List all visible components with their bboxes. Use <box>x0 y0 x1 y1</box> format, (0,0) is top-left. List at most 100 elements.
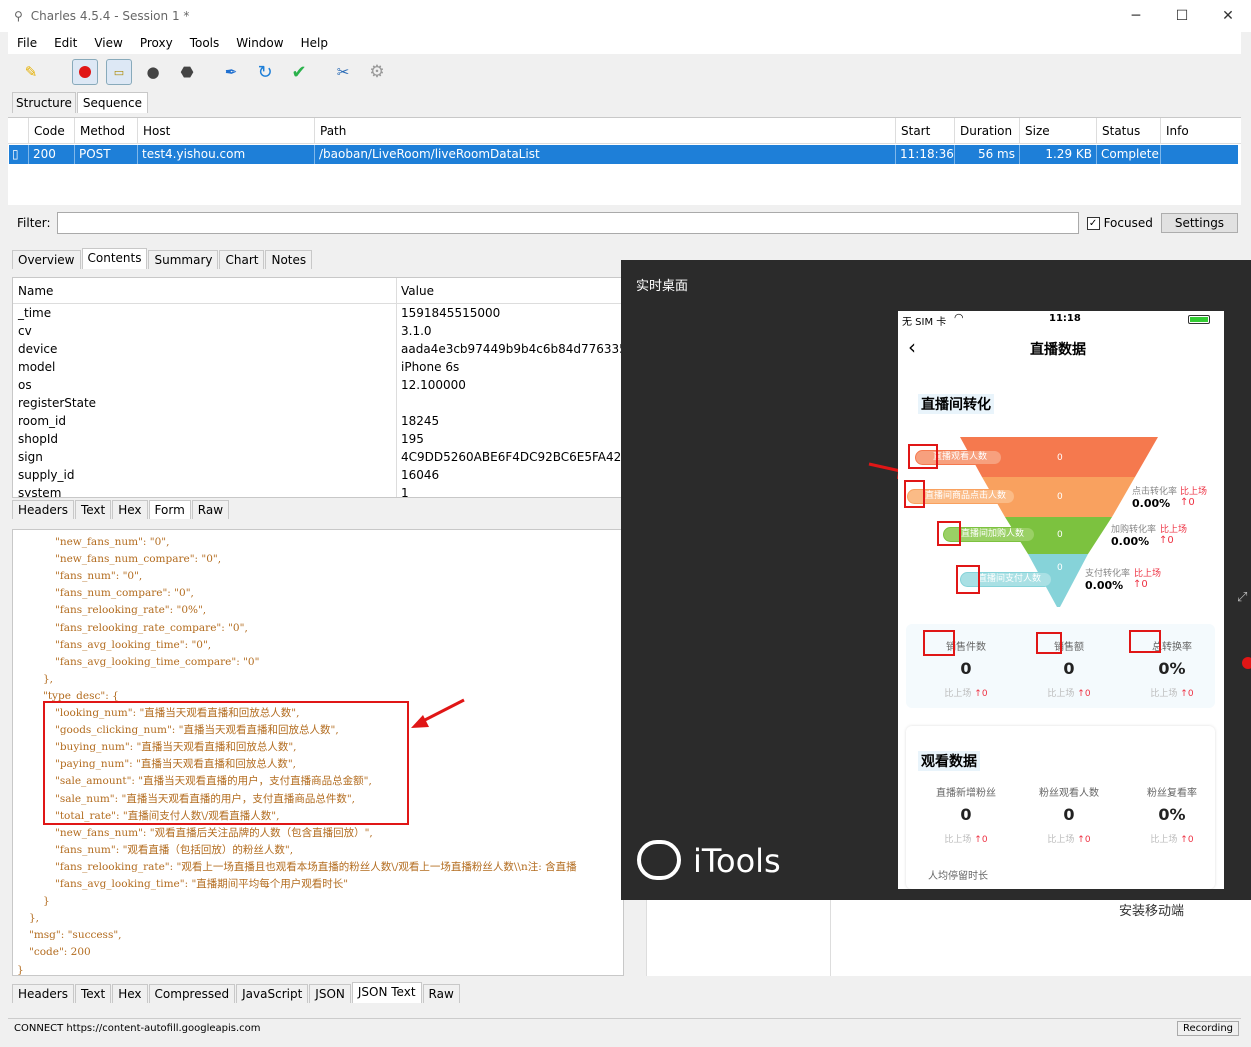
menu-window[interactable]: Window <box>227 36 291 50</box>
menu-file[interactable]: File <box>8 36 45 50</box>
stop-icon[interactable]: ⬣ <box>174 59 200 85</box>
menu-edit[interactable]: Edit <box>45 36 85 50</box>
form-row[interactable]: shopId 195 <box>13 430 623 448</box>
col-size[interactable]: Size <box>1020 117 1097 144</box>
highlight-box <box>43 701 409 825</box>
menu-proxy[interactable]: Proxy <box>131 36 181 50</box>
section-viewing-title: 观看数据 <box>918 751 980 771</box>
form-row[interactable]: sign 4C9DD5260ABE6F4DC92BC6E5FA421D <box>13 448 623 466</box>
tab-notes[interactable]: Notes <box>265 250 313 269</box>
status-text: CONNECT https://content-autofill.googlea… <box>14 1023 261 1034</box>
check-icon[interactable]: ✔ <box>286 59 312 85</box>
metric-compare: 比上场 ↑0 <box>944 689 988 699</box>
minimize-icon[interactable]: ─ <box>1113 0 1159 32</box>
col-path[interactable]: Path <box>315 117 896 144</box>
wifi-icon: ◠ <box>954 311 964 324</box>
col-method[interactable]: Method <box>75 117 138 144</box>
col-code[interactable]: Code <box>29 117 75 144</box>
form-row[interactable]: model iPhone 6s <box>13 358 623 376</box>
col-start[interactable]: Start <box>896 117 955 144</box>
turtle-icon[interactable]: ● <box>140 59 166 85</box>
back-icon[interactable]: ‹ <box>908 335 916 359</box>
form-row[interactable]: os 12.100000 <box>13 376 623 394</box>
menu-tools[interactable]: Tools <box>181 36 228 50</box>
metric-value: 0 <box>960 805 972 824</box>
form-row-name: sign <box>13 448 397 466</box>
request-tabs: Headers Text Hex Form Raw <box>12 500 230 519</box>
record-icon[interactable] <box>72 59 98 85</box>
metric-new-fans: 直播新增粉丝 0 比上场 ↑0 <box>915 784 1017 845</box>
form-row[interactable]: supply_id 16046 <box>13 466 623 484</box>
resp-tab-raw[interactable]: Raw <box>422 984 460 1003</box>
tab-contents[interactable]: Contents <box>81 248 148 269</box>
tab-summary[interactable]: Summary <box>148 250 219 269</box>
json-line: "fans_avg_looking_time": "直播期间平均每个用户观看时长… <box>55 878 349 890</box>
table-row[interactable]: ▯ 200 POST test4.yishou.com /baoban/Live… <box>9 145 1238 164</box>
metric-sales-amount: 销售额 0 比上场 ↑0 <box>1018 638 1120 699</box>
form-row-name: registerState <box>13 394 397 412</box>
resp-tab-json[interactable]: JSON <box>309 984 351 1003</box>
col-host[interactable]: Host <box>138 117 315 144</box>
row-size: 1.29 KB <box>1020 145 1097 164</box>
resp-tab-headers[interactable]: Headers <box>12 984 74 1003</box>
form-row[interactable]: cv 3.1.0 <box>13 322 623 340</box>
metric-fans-viewing: 粉丝观看人数 0 比上场 ↑0 <box>1018 784 1120 845</box>
form-row[interactable]: _time 1591845515000 <box>13 304 623 322</box>
metric-compare: 比上场 ↑0 <box>1150 689 1194 699</box>
highlight-box <box>908 444 938 469</box>
itools-title: 实时桌面 <box>636 279 689 294</box>
form-row[interactable]: room_id 18245 <box>13 412 623 430</box>
focused-label: Focused <box>1103 216 1153 230</box>
form-row[interactable]: registerState <box>13 394 623 412</box>
resp-tab-text[interactable]: Text <box>74 984 112 1003</box>
col-status[interactable]: Status <box>1097 117 1161 144</box>
broom-icon[interactable]: ✎ <box>18 59 44 85</box>
req-tab-form[interactable]: Form <box>148 500 191 519</box>
funnel-value-2: 0 <box>1057 492 1063 502</box>
close-icon[interactable]: ✕ <box>1205 0 1251 32</box>
tab-chart[interactable]: Chart <box>219 250 265 269</box>
form-row[interactable]: system 1 <box>13 484 623 497</box>
tab-sequence[interactable]: Sequence <box>76 92 149 113</box>
tab-overview[interactable]: Overview <box>12 250 81 269</box>
pen-icon[interactable]: ✒ <box>218 59 244 85</box>
row-start: 11:18:36 <box>896 145 955 164</box>
menu-help[interactable]: Help <box>292 36 336 50</box>
filter-input[interactable] <box>56 212 1079 234</box>
col-info[interactable]: Info <box>1161 118 1236 144</box>
resp-tab-json-text[interactable]: JSON Text <box>351 982 422 1003</box>
json-text-view[interactable]: "new_fans_num": "0", "new_fans_num_compar… <box>12 529 624 976</box>
req-tab-hex[interactable]: Hex <box>112 500 148 519</box>
funnel-value-4: 0 <box>1057 563 1063 573</box>
tools-icon[interactable]: ✂ <box>330 59 356 85</box>
tab-structure[interactable]: Structure <box>12 92 76 113</box>
red-arrow-icon <box>411 698 465 728</box>
page-title: 直播数据 <box>1030 342 1086 358</box>
req-tab-headers[interactable]: Headers <box>12 500 74 519</box>
form-row[interactable]: device aada4e3cb97449b9b4c6b84d776335b <box>13 340 623 358</box>
resp-tab-compressed[interactable]: Compressed <box>148 984 236 1003</box>
expand-icon[interactable]: ⤢ <box>1237 590 1247 605</box>
focused-checkbox[interactable]: ✓ <box>1086 216 1100 230</box>
row-method: POST <box>75 145 138 164</box>
red-dot-icon <box>1242 657 1251 669</box>
maximize-icon[interactable]: ☐ <box>1159 0 1205 32</box>
metric-value: 0 <box>960 659 972 678</box>
refresh-icon[interactable]: ↻ <box>252 59 278 85</box>
req-tab-text[interactable]: Text <box>74 500 112 519</box>
resp-tab-hex[interactable]: Hex <box>112 984 148 1003</box>
throttle-icon[interactable]: ▭ <box>106 59 132 85</box>
content-tabs: Overview Contents Summary Chart Notes <box>12 248 313 269</box>
row-duration: 56 ms <box>955 145 1020 164</box>
menu-view[interactable]: View <box>85 36 130 50</box>
app-icon: ⚲ <box>14 9 23 23</box>
form-row-name: system <box>13 484 397 497</box>
req-tab-raw[interactable]: Raw <box>191 500 230 519</box>
resp-tab-javascript[interactable]: JavaScript <box>236 984 309 1003</box>
settings-button[interactable]: Settings <box>1160 213 1239 233</box>
background-window: 安装移动端 <box>646 900 1251 976</box>
json-line: "new_fans_num_compare": "0", <box>55 553 222 566</box>
col-duration[interactable]: Duration <box>955 117 1020 144</box>
settings-gear-icon[interactable]: ⚙ <box>364 59 390 85</box>
rate-value-2: 0.00% <box>1111 535 1150 548</box>
